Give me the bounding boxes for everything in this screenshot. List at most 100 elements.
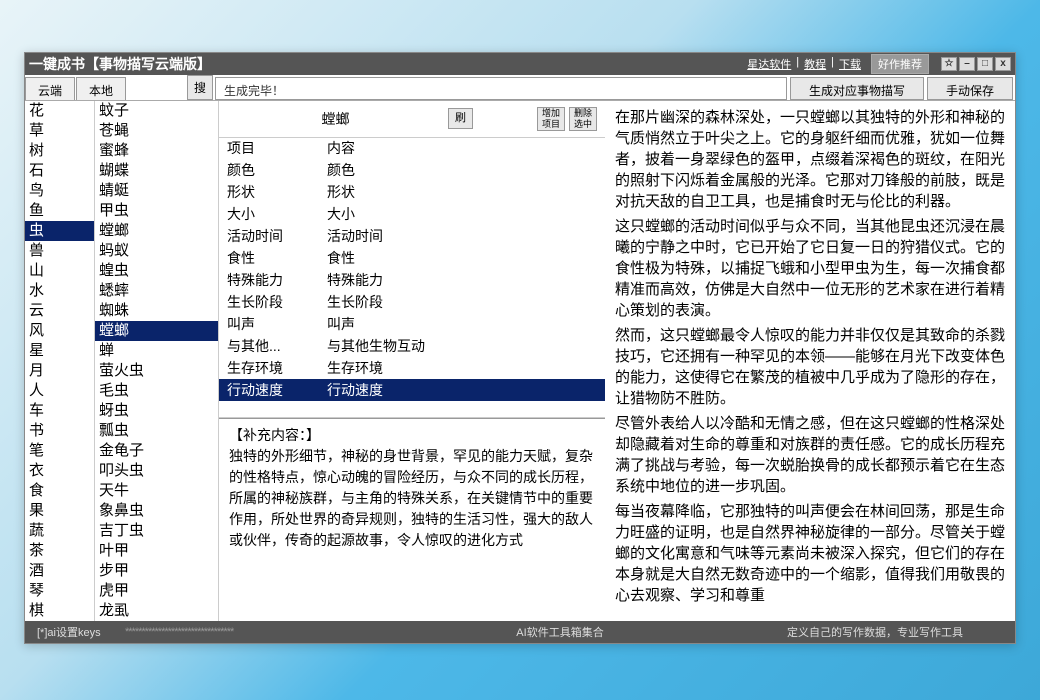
add-item-button[interactable]: 增加项目 (537, 107, 565, 131)
subcategory-item[interactable]: 萤火虫 (95, 361, 218, 381)
subcategory-item[interactable]: 蝗虫 (95, 261, 218, 281)
supplement-panel[interactable]: 【补充内容：】 独特的外形细节，神秘的身世背景，罕见的能力天赋，复杂的性格特点，… (219, 418, 605, 621)
subcategory-item[interactable]: 蚂蚁 (95, 241, 218, 261)
subcategory-item[interactable]: 蝴蝶 (95, 161, 218, 181)
category-item[interactable]: 车 (25, 401, 94, 421)
category-item[interactable]: 书 (25, 421, 94, 441)
description-paragraph: 尽管外表给人以冷酷和无情之感，但在这只螳螂的性格深处却隐藏着对生命的尊重和对族群… (615, 413, 1005, 497)
description-panel[interactable]: 在那片幽深的森林深处，一只螳螂以其独特的外形和神秘的气质悄然立于叶尖之上。它的身… (605, 101, 1015, 621)
minimize-button[interactable]: – (959, 57, 975, 71)
category-item[interactable]: 衣 (25, 461, 94, 481)
supplement-body: 独特的外形细节，神秘的身世背景，罕见的能力天赋，复杂的性格特点，惊心动魄的冒险经… (229, 446, 595, 551)
subcategory-item[interactable]: 蚜虫 (95, 401, 218, 421)
app-window: 一键成书【事物描写云端版】 星达软件| 教程| 下载 好作推荐 ☆ – □ x … (24, 52, 1016, 644)
footer: [*]ai设置keys ****************************… (25, 621, 1015, 643)
category-item[interactable]: 笔 (25, 441, 94, 461)
subcategory-item[interactable]: 苍蝇 (95, 121, 218, 141)
category-item[interactable]: 鱼 (25, 201, 94, 221)
maximize-button[interactable]: □ (977, 57, 993, 71)
tab-cloud[interactable]: 云端 (25, 77, 75, 100)
table-row[interactable]: 特殊能力特殊能力 (219, 269, 605, 291)
category-item[interactable]: 兽 (25, 241, 94, 261)
refresh-button[interactable]: 刷 (448, 108, 473, 129)
favorite-button[interactable]: ☆ (941, 57, 957, 71)
subcategory-item[interactable]: 甲虫 (95, 201, 218, 221)
subcategory-item[interactable]: 叶甲 (95, 541, 218, 561)
footer-custom-data[interactable]: 定义自己的写作数据，专业写作工具 (735, 624, 1015, 640)
category-item[interactable]: 石 (25, 161, 94, 181)
main-body: 花草树石鸟鱼虫兽山水云风星月人车书笔衣食果蔬茶酒琴棋画灯烛窗 蚊子苍蝇蜜蜂蝴蝶蜻… (25, 101, 1015, 621)
table-row[interactable]: 与其他...与其他生物互动 (219, 335, 605, 357)
search-button[interactable]: 搜 (187, 75, 213, 100)
category-item[interactable]: 云 (25, 301, 94, 321)
link-tutorial[interactable]: 教程 (802, 56, 828, 72)
subcategory-item[interactable]: 瓢虫 (95, 421, 218, 441)
subcategory-item[interactable]: 天牛 (95, 481, 218, 501)
recommend-button[interactable]: 好作推荐 (871, 54, 929, 74)
category-item[interactable]: 月 (25, 361, 94, 381)
category-item[interactable]: 果 (25, 501, 94, 521)
category-item[interactable]: 水 (25, 281, 94, 301)
category-item[interactable]: 棋 (25, 601, 94, 621)
close-button[interactable]: x (995, 57, 1011, 71)
save-button[interactable]: 手动保存 (927, 77, 1013, 100)
table-row[interactable]: 颜色颜色 (219, 159, 605, 181)
subcategory-item[interactable]: 龙虱 (95, 601, 218, 621)
subcategory-item[interactable]: 步甲 (95, 561, 218, 581)
subcategory-item[interactable]: 蜜蜂 (95, 141, 218, 161)
link-download[interactable]: 下载 (837, 56, 863, 72)
subcategory-item[interactable]: 蝉 (95, 341, 218, 361)
category-item[interactable]: 琴 (25, 581, 94, 601)
subcategory-item[interactable]: 蜻蜓 (95, 181, 218, 201)
category-item[interactable]: 星 (25, 341, 94, 361)
table-row[interactable]: 叫声叫声 (219, 313, 605, 335)
titlebar-links: 星达软件| 教程| 下载 (745, 56, 863, 72)
table-row[interactable]: 大小大小 (219, 203, 605, 225)
subcategory-item[interactable]: 蟋蟀 (95, 281, 218, 301)
table-row[interactable]: 行动速度行动速度 (219, 379, 605, 401)
table-row[interactable]: 食性食性 (219, 247, 605, 269)
category-item[interactable]: 鸟 (25, 181, 94, 201)
table-row[interactable]: 生长阶段生长阶段 (219, 291, 605, 313)
category-item[interactable]: 花 (25, 101, 94, 121)
description-paragraph: 每当夜幕降临，它那独特的叫声便会在林间回荡，那是生命力旺盛的证明，也是自然界神秘… (615, 501, 1005, 606)
subcategory-item[interactable]: 螳螂 (95, 221, 218, 241)
category-item[interactable]: 茶 (25, 541, 94, 561)
table-row[interactable]: 活动时间活动时间 (219, 225, 605, 247)
subcategory-item[interactable]: 虎甲 (95, 581, 218, 601)
table-row[interactable]: 形状形状 (219, 181, 605, 203)
detail-panel: 螳螂 刷 增加项目 删除选中 项目内容颜色颜色形状形状大小大小活动时间活动时间食… (219, 101, 605, 621)
tab-local[interactable]: 本地 (76, 77, 126, 100)
subcategory-item[interactable]: 蜘蛛 (95, 301, 218, 321)
subcategory-item[interactable]: 象鼻虫 (95, 501, 218, 521)
category-item[interactable]: 山 (25, 261, 94, 281)
category-item[interactable]: 草 (25, 121, 94, 141)
subcategory-item[interactable]: 蚊子 (95, 101, 218, 121)
link-software[interactable]: 星达软件 (745, 56, 793, 72)
category-item[interactable]: 树 (25, 141, 94, 161)
generate-button[interactable]: 生成对应事物描写 (790, 77, 924, 100)
item-header: 螳螂 刷 增加项目 删除选中 (219, 101, 605, 138)
category-list[interactable]: 花草树石鸟鱼虫兽山水云风星月人车书笔衣食果蔬茶酒琴棋画灯烛窗 (25, 101, 95, 621)
footer-ai-keys[interactable]: [*]ai设置keys (25, 624, 125, 640)
window-controls: ☆ – □ x (941, 57, 1011, 71)
category-item[interactable]: 虫 (25, 221, 94, 241)
subcategory-item[interactable]: 螳螂 (95, 321, 218, 341)
category-item[interactable]: 蔬 (25, 521, 94, 541)
subcategory-item[interactable]: 吉丁虫 (95, 521, 218, 541)
subcategory-list[interactable]: 蚊子苍蝇蜜蜂蝴蝶蜻蜓甲虫螳螂蚂蚁蝗虫蟋蟀蜘蛛螳螂蝉萤火虫毛虫蚜虫瓢虫金龟子叩头虫… (95, 101, 219, 621)
category-item[interactable]: 食 (25, 481, 94, 501)
subcategory-item[interactable]: 叩头虫 (95, 461, 218, 481)
subcategory-item[interactable]: 毛虫 (95, 381, 218, 401)
subcategory-item[interactable]: 金龟子 (95, 441, 218, 461)
description-paragraph: 在那片幽深的森林深处，一只螳螂以其独特的外形和神秘的气质悄然立于叶尖之上。它的身… (615, 107, 1005, 212)
footer-toolbox[interactable]: AI软件工具箱集合 (385, 624, 735, 640)
table-row[interactable]: 生存环境生存环境 (219, 357, 605, 379)
category-item[interactable]: 酒 (25, 561, 94, 581)
status-text: 生成完毕！ (215, 77, 787, 100)
category-item[interactable]: 人 (25, 381, 94, 401)
titlebar[interactable]: 一键成书【事物描写云端版】 星达软件| 教程| 下载 好作推荐 ☆ – □ x (25, 53, 1015, 75)
category-item[interactable]: 风 (25, 321, 94, 341)
delete-selected-button[interactable]: 删除选中 (569, 107, 597, 131)
attributes-table-area[interactable]: 项目内容颜色颜色形状形状大小大小活动时间活动时间食性食性特殊能力特殊能力生长阶段… (219, 138, 605, 418)
